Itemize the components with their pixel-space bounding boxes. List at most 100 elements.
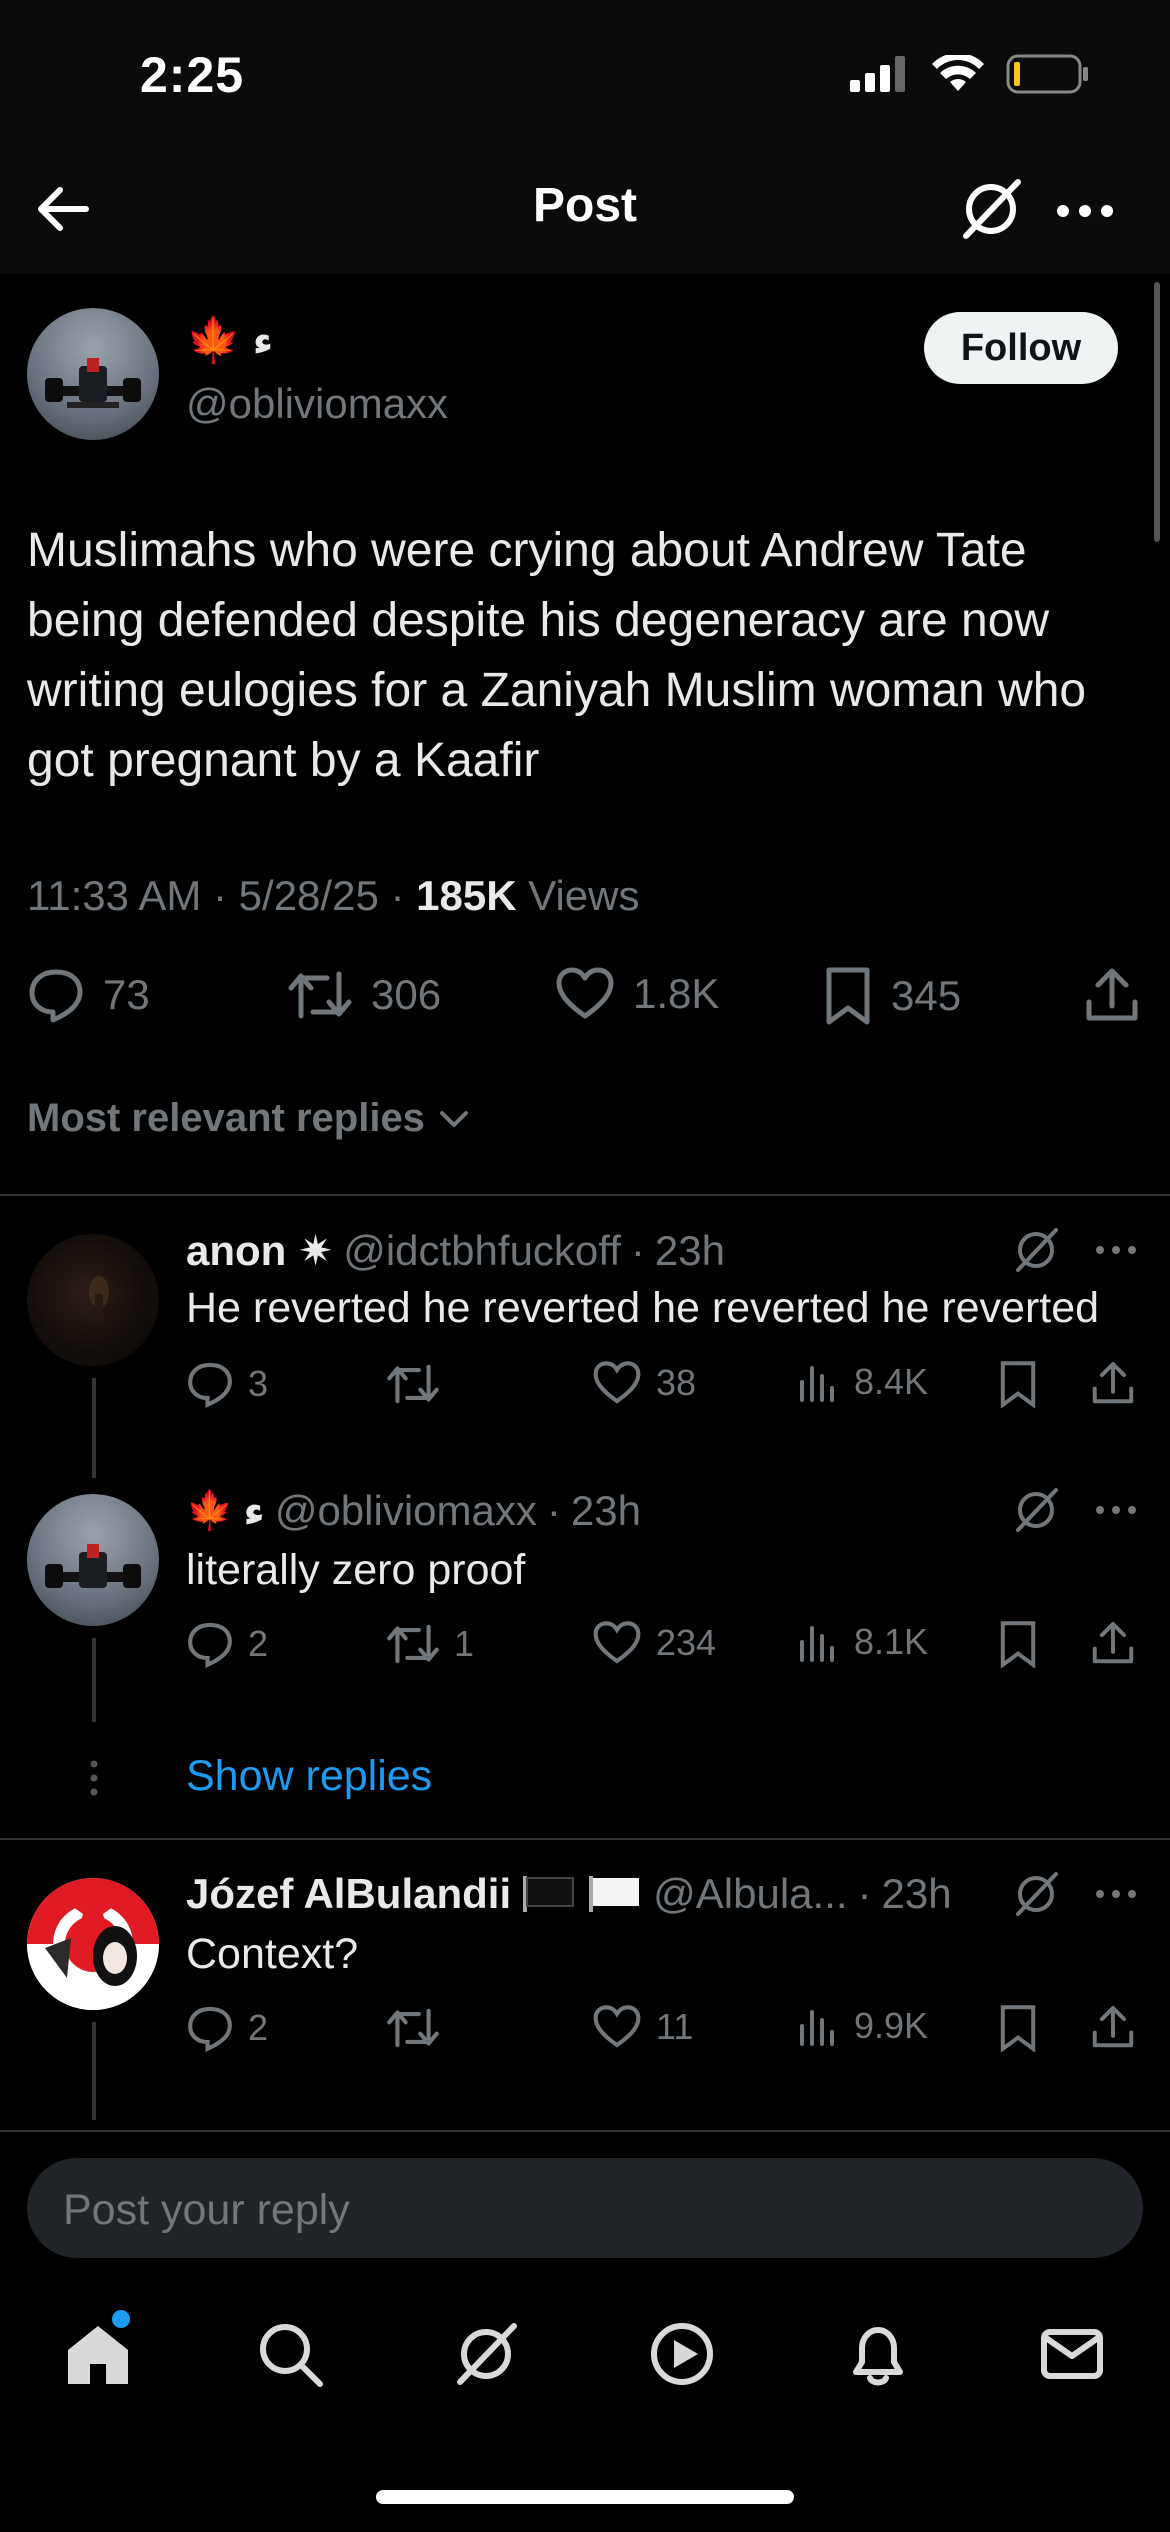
mail-icon[interactable] [1036, 2318, 1108, 2390]
reply-header[interactable]: 🍁 ء @obliviomaxx · 23h [186, 1486, 641, 1535]
divider [0, 1838, 1170, 1840]
like-action[interactable]: 1.8K [555, 966, 719, 1022]
post-text: Muslimahs who were crying about Andrew T… [27, 524, 1087, 787]
reply-count: 2 [248, 2007, 269, 2048]
grok-icon[interactable] [1010, 1484, 1062, 1536]
flag-avatar-image [27, 1878, 159, 2010]
reply-composer-placeholder: Post your reply [63, 2186, 350, 2234]
author-name: ء [252, 319, 274, 363]
repost-action[interactable] [386, 1360, 454, 1408]
repost-icon [387, 1624, 439, 1664]
reply-icon [188, 1362, 232, 1408]
notification-dot [112, 2310, 130, 2328]
reply-actions: 2 11 9.9K [186, 2004, 1146, 2064]
like-action[interactable]: 38 [592, 1360, 696, 1406]
sort-replies-dropdown[interactable]: Most relevant replies [27, 1096, 471, 1141]
repost-icon [387, 1364, 439, 1404]
views-action[interactable]: 8.4K [796, 1360, 928, 1404]
sort-label: Most relevant replies [27, 1096, 425, 1140]
reply-action[interactable]: 2 [186, 1620, 268, 1668]
reply-count: 2 [248, 1623, 269, 1664]
like-count: 1.8K [633, 970, 720, 1017]
post-date: 5/28/25 [238, 872, 379, 919]
separator: · [857, 1870, 872, 1917]
reply-action[interactable]: 2 [186, 2004, 268, 2052]
author-line[interactable]: 🍁 ء [186, 318, 273, 364]
like-icon [556, 967, 614, 1019]
share-icon [1092, 2005, 1134, 2048]
reply-icon [188, 2006, 232, 2052]
maple-leaf-emoji: 🍁 [186, 316, 241, 365]
bell-icon[interactable] [842, 2318, 914, 2390]
repost-action[interactable]: 306 [287, 966, 441, 1024]
bookmark-action[interactable] [998, 1360, 1038, 1408]
author-handle[interactable]: @obliviomaxx [186, 380, 448, 428]
views-action[interactable]: 9.9K [796, 2004, 928, 2048]
bottom-tab-bar [0, 2290, 1170, 2420]
share-action[interactable] [1083, 966, 1141, 1024]
repost-icon [288, 971, 352, 1019]
white-flag-icon [589, 1876, 640, 1912]
grok-icon[interactable] [956, 174, 1026, 244]
home-indicator[interactable] [376, 2490, 794, 2504]
bookmark-icon [1000, 1361, 1036, 1408]
avatar[interactable] [27, 1878, 159, 2010]
like-action[interactable]: 234 [592, 1620, 716, 1666]
show-replies-link[interactable]: Show replies [186, 1752, 432, 1801]
repost-icon [387, 2008, 439, 2048]
search-icon[interactable] [254, 2318, 326, 2390]
reply-actions: 2 1 234 8.1K [186, 1620, 1146, 1680]
share-action[interactable] [1090, 2004, 1136, 2050]
separator: · [630, 1226, 645, 1274]
bookmark-count: 345 [891, 972, 962, 1019]
bookmark-action[interactable] [998, 2004, 1038, 2052]
reply-text: He reverted he reverted he reverted he r… [186, 1284, 1100, 1332]
top-nav-bar: Post [0, 150, 1170, 274]
thread-line [92, 2022, 96, 2120]
reply-author-name: Józef AlBulandii [186, 1870, 512, 1917]
like-action[interactable]: 11 [592, 2004, 693, 2050]
chevron-down-icon [439, 1110, 468, 1127]
play-icon[interactable] [646, 2318, 718, 2390]
more-icon[interactable] [1090, 1224, 1142, 1276]
scrollbar[interactable] [1154, 282, 1160, 542]
views-action[interactable]: 8.1K [796, 1620, 928, 1664]
share-action[interactable] [1090, 1620, 1136, 1666]
battery-icon [1006, 54, 1088, 94]
reply-action[interactable]: 73 [27, 966, 150, 1024]
avatar[interactable] [27, 1234, 159, 1366]
post-meta: 11:33 AM · 5/28/25 · 185K Views [27, 872, 640, 919]
bookmark-action[interactable]: 345 [823, 966, 961, 1026]
follow-button[interactable]: Follow [924, 312, 1118, 384]
grok-icon[interactable] [1010, 1868, 1062, 1920]
more-icon[interactable] [1090, 1868, 1142, 1920]
bookmark-icon [826, 967, 870, 1025]
bookmark-action[interactable] [998, 1620, 1038, 1668]
repost-action[interactable] [386, 2004, 454, 2052]
grok-icon[interactable] [450, 2318, 522, 2390]
f1-car-image [45, 1544, 141, 1588]
more-icon[interactable] [1050, 176, 1120, 246]
like-icon [593, 2005, 641, 2048]
status-icons [850, 54, 1090, 94]
views-icon [800, 2010, 834, 2046]
reply-author-handle: @obliviomaxx [274, 1486, 537, 1534]
more-icon[interactable] [1090, 1484, 1142, 1536]
reply-action[interactable]: 3 [186, 1360, 268, 1408]
avatar[interactable] [27, 1494, 159, 1626]
home-icon[interactable] [62, 2318, 134, 2390]
avatar[interactable] [27, 308, 159, 440]
reply-time: 23h [570, 1486, 641, 1534]
like-count: 234 [656, 1622, 717, 1663]
reply-composer-input[interactable]: Post your reply [27, 2158, 1143, 2258]
reply-icon [188, 1622, 232, 1668]
grok-icon[interactable] [1010, 1224, 1062, 1276]
reply-actions: 3 38 8.4K [186, 1360, 1146, 1420]
reply-header[interactable]: Józef AlBulandii @Albula... · 23h [186, 1870, 952, 1918]
repost-action[interactable]: 1 [386, 1620, 474, 1668]
views-count: 8.1K [854, 1621, 929, 1662]
like-icon [593, 1361, 641, 1404]
share-action[interactable] [1090, 1360, 1136, 1406]
reply-header[interactable]: anon ✷ @idctbhfuckoff · 23h [186, 1226, 725, 1275]
reply-text: Context? [186, 1930, 359, 1978]
